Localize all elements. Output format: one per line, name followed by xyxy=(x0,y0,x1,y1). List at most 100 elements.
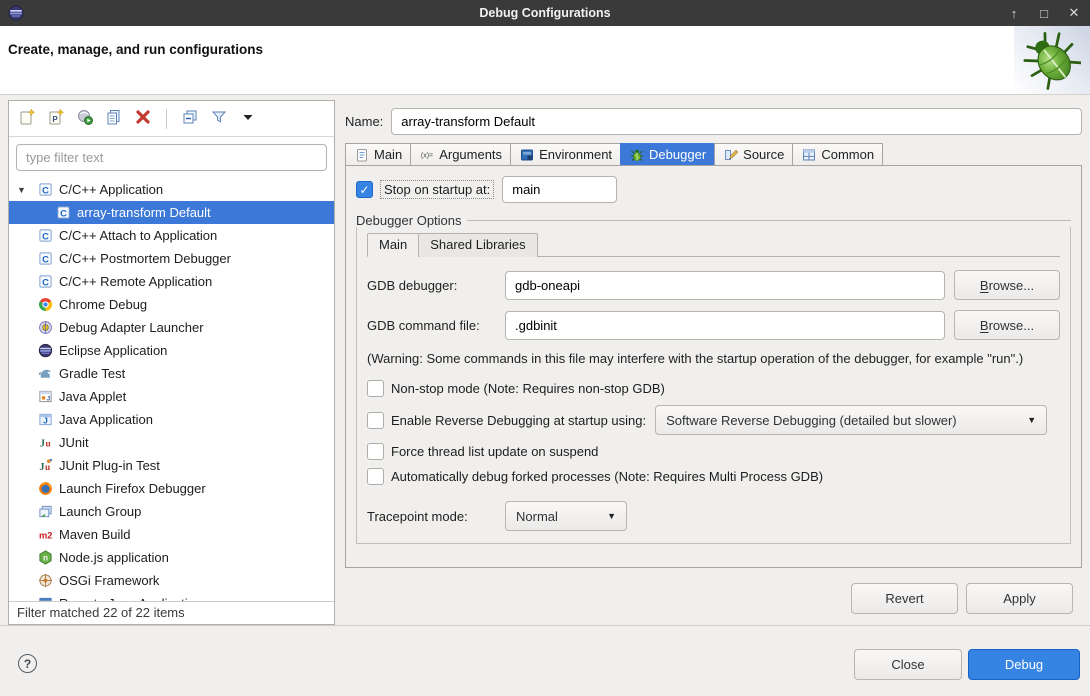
filter-button[interactable] xyxy=(209,109,229,129)
configurations-tree: ▼CC/C++ ApplicationCarray-transform Defa… xyxy=(9,175,334,601)
launch-group-icon xyxy=(37,504,54,520)
tree-item[interactable]: n Node.js application xyxy=(9,546,334,569)
collapse-all-button[interactable] xyxy=(180,109,200,129)
filter-input[interactable] xyxy=(16,144,327,171)
chevron-down-icon: ▼ xyxy=(607,511,616,521)
gdb-command-file-browse-button[interactable]: Browse... xyxy=(954,310,1060,340)
tree-item[interactable]: ▼CC/C++ Application xyxy=(9,178,334,201)
option-row: Automatically debug forked processes (No… xyxy=(367,468,1060,485)
gdb-command-file-input[interactable] xyxy=(505,311,945,340)
tree-item-label: JUnit Plug-in Test xyxy=(59,458,160,473)
tree-item[interactable]: CC/C++ Attach to Application xyxy=(9,224,334,247)
gdb-debugger-browse-button[interactable]: Browse... xyxy=(954,270,1060,300)
revert-button[interactable]: Revert xyxy=(851,583,958,614)
stop-on-startup-checkbox[interactable]: ✓ xyxy=(356,181,373,198)
option-row: Enable Reverse Debugging at startup usin… xyxy=(367,405,1060,435)
tab-main[interactable]: Main xyxy=(367,233,419,257)
tab-debugger[interactable]: Debugger xyxy=(620,143,715,165)
close-button[interactable]: Close xyxy=(854,649,962,680)
tab-main[interactable]: Main xyxy=(345,143,411,165)
debugger-options-label: Debugger Options xyxy=(356,213,462,228)
gradle-icon xyxy=(37,366,54,382)
restore-icon[interactable]: □ xyxy=(1036,6,1052,21)
java-applet-icon: J xyxy=(37,389,54,405)
tree-item-label: Launch Group xyxy=(59,504,141,519)
environment-tab-icon xyxy=(519,148,534,162)
tree-item[interactable]: Debug Adapter Launcher xyxy=(9,316,334,339)
tab-source[interactable]: Source xyxy=(714,143,793,165)
tree-item-label: JUnit xyxy=(59,435,89,450)
chrome-icon xyxy=(37,297,54,313)
tree-item[interactable]: OSGi Framework xyxy=(9,569,334,592)
delete-button[interactable] xyxy=(133,109,153,129)
reverse-debugging-select[interactable]: Software Reverse Debugging (detailed but… xyxy=(655,405,1047,435)
svg-text:J: J xyxy=(39,462,44,473)
option-checkbox[interactable] xyxy=(367,412,384,429)
tracepoint-mode-select[interactable]: Normal ▼ xyxy=(505,501,627,531)
option-label: Non-stop mode (Note: Requires non-stop G… xyxy=(391,381,665,396)
expander-icon[interactable]: ▼ xyxy=(17,185,37,195)
svg-text:(x)=: (x)= xyxy=(421,152,433,159)
option-checkbox[interactable] xyxy=(367,468,384,485)
debugger-tab-icon xyxy=(629,148,644,162)
tab-shared-libraries[interactable]: Shared Libraries xyxy=(418,233,537,257)
c-application-icon: C xyxy=(37,274,54,290)
tree-item[interactable]: Remote Java Application xyxy=(9,592,334,601)
tree-item-label: C/C++ Remote Application xyxy=(59,274,212,289)
debug-button[interactable]: Debug xyxy=(968,649,1080,680)
export-launch-icon xyxy=(76,108,94,129)
osgi-icon xyxy=(37,573,54,589)
debugger-tab-content: ✓ Stop on startup at: Debugger Options M… xyxy=(345,166,1082,568)
duplicate-button[interactable] xyxy=(104,109,124,129)
tree-item[interactable]: JJava Applet xyxy=(9,385,334,408)
stop-on-startup-input[interactable] xyxy=(502,176,617,203)
tree-item[interactable]: JuJUnit Plug-in Test xyxy=(9,454,334,477)
tree-item[interactable]: C C/C++ Remote Application xyxy=(9,270,334,293)
tree-item-label: Chrome Debug xyxy=(59,297,147,312)
java-application-icon: J xyxy=(37,412,54,428)
svg-text:n: n xyxy=(43,554,48,563)
tree-item-label: C/C++ Postmortem Debugger xyxy=(59,251,231,266)
option-label: Enable Reverse Debugging at startup usin… xyxy=(391,413,646,428)
new-configuration-button[interactable] xyxy=(17,109,37,129)
delete-icon xyxy=(134,108,152,129)
tree-item-label: C/C++ Attach to Application xyxy=(59,228,217,243)
tree-item[interactable]: Carray-transform Default xyxy=(9,201,334,224)
svg-text:J: J xyxy=(46,395,50,402)
tab-environment[interactable]: Environment xyxy=(510,143,621,165)
tab-arguments[interactable]: (x)=Arguments xyxy=(410,143,511,165)
tab-label: Debugger xyxy=(649,147,706,162)
option-checkbox[interactable] xyxy=(367,443,384,460)
apply-button[interactable]: Apply xyxy=(966,583,1073,614)
tab-label: Source xyxy=(743,147,784,162)
tree-item[interactable]: Chrome Debug xyxy=(9,293,334,316)
new-prototype-button[interactable]: P xyxy=(46,109,66,129)
gdb-debugger-input[interactable] xyxy=(505,271,945,300)
maximize-up-icon[interactable]: ↑ xyxy=(1006,6,1022,21)
help-icon[interactable]: ? xyxy=(18,654,37,673)
filter-field-wrap xyxy=(16,144,327,171)
tree-item[interactable]: Gradle Test xyxy=(9,362,334,385)
export-launch-button[interactable] xyxy=(75,109,95,129)
close-icon[interactable]: ✕ xyxy=(1066,5,1082,21)
tree-item[interactable]: JuJUnit xyxy=(9,431,334,454)
debugger-option-checkboxes: Non-stop mode (Note: Requires non-stop G… xyxy=(367,380,1060,485)
tree-item[interactable]: J Java Application xyxy=(9,408,334,431)
svg-text:C: C xyxy=(42,277,49,287)
window-title: Debug Configurations xyxy=(0,6,1090,20)
tree-item-label: Java Application xyxy=(59,412,153,427)
tree-item-label: Debug Adapter Launcher xyxy=(59,320,204,335)
eclipse-icon xyxy=(37,343,54,359)
tree-item[interactable]: m2Maven Build xyxy=(9,523,334,546)
tab-common[interactable]: Common xyxy=(792,143,883,165)
menu-dropdown-button[interactable] xyxy=(238,109,258,129)
svg-text:m2: m2 xyxy=(39,530,53,540)
name-input[interactable] xyxy=(391,108,1082,135)
tree-item[interactable]: Eclipse Application xyxy=(9,339,334,362)
tree-item[interactable]: CC/C++ Postmortem Debugger xyxy=(9,247,334,270)
tree-item[interactable]: Launch Firefox Debugger xyxy=(9,477,334,500)
option-label: Force thread list update on suspend xyxy=(391,444,598,459)
tree-item-label: Node.js application xyxy=(59,550,169,565)
option-checkbox[interactable] xyxy=(367,380,384,397)
tree-item[interactable]: Launch Group xyxy=(9,500,334,523)
